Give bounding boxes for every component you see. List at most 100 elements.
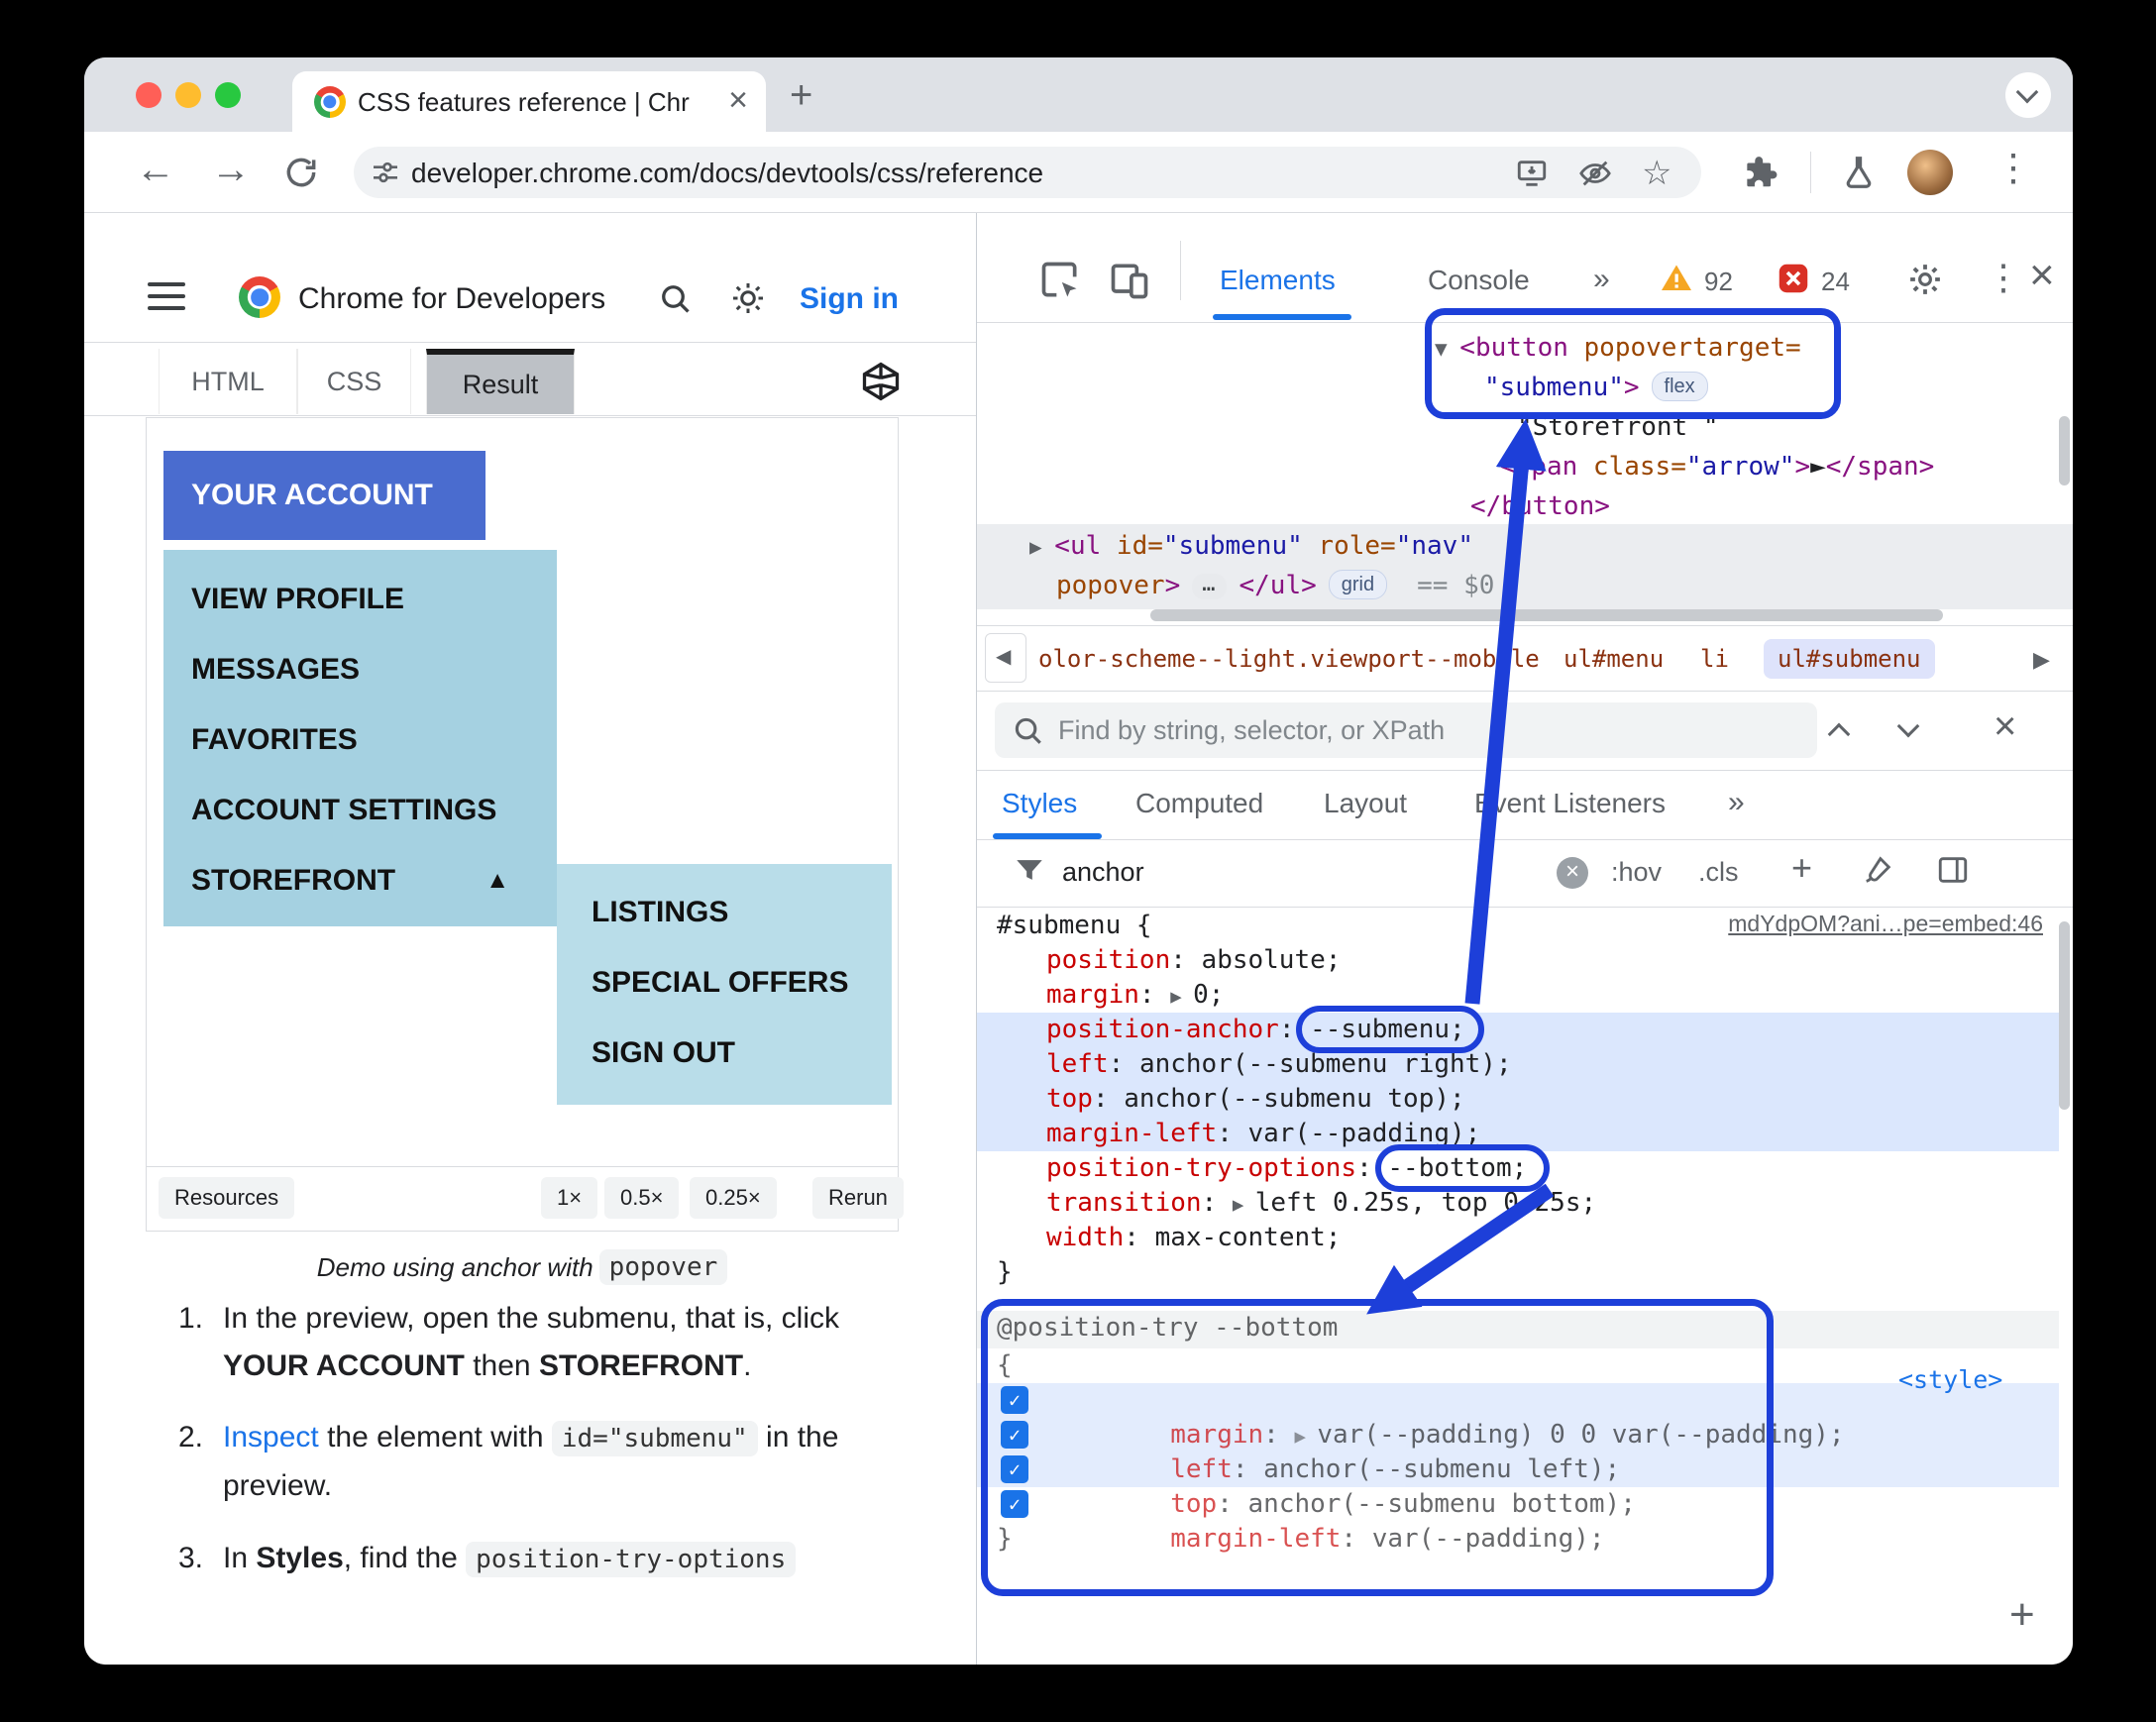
tab-close-icon[interactable]: [728, 81, 748, 120]
settings-gear-icon[interactable]: [1906, 261, 1944, 298]
more-sidebar-tabs-icon[interactable]: »: [1728, 786, 1745, 819]
position-try-open-brace[interactable]: {: [977, 1348, 2059, 1383]
css-property-line[interactable]: margin: ▶ var(--padding) 0 0 var(--paddi…: [977, 1383, 2059, 1450]
tab-search-button[interactable]: [2005, 72, 2051, 118]
css-property-line[interactable]: transition: ▶ left 0.25s, top 0.25s;: [977, 1186, 2059, 1221]
css-property-line[interactable]: margin: ▶ 0;: [977, 978, 2059, 1013]
rendering-brush-icon[interactable]: [1861, 853, 1894, 887]
property-checkbox[interactable]: [1001, 1490, 1028, 1518]
property-checkbox[interactable]: [1001, 1421, 1028, 1449]
css-property-line[interactable]: left: anchor(--submenu right);: [977, 1047, 2059, 1082]
inspect-element-icon[interactable]: [1038, 259, 1082, 302]
window-zoom-button[interactable]: [215, 82, 241, 108]
property-checkbox[interactable]: [1001, 1386, 1028, 1414]
window-minimize-button[interactable]: [175, 82, 201, 108]
tab-css[interactable]: CSS: [297, 349, 411, 414]
extensions-icon[interactable]: [1741, 154, 1779, 191]
scale-05x-button[interactable]: 0.5×: [604, 1177, 680, 1219]
breadcrumb-item[interactable]: li: [1700, 639, 1729, 679]
warning-icon[interactable]: [1659, 261, 1694, 296]
more-tabs-icon[interactable]: »: [1593, 263, 1610, 296]
breadcrumb-item[interactable]: olor-scheme--light.viewport--mobile: [1038, 639, 1540, 679]
seg-link[interactable]: Inspect: [223, 1421, 319, 1453]
tab-layout[interactable]: Layout: [1324, 788, 1407, 819]
new-tab-button[interactable]: [790, 75, 812, 115]
css-property-line[interactable]: top: anchor(--submenu top);: [977, 1082, 2059, 1117]
menu-item[interactable]: VIEW PROFILE: [163, 564, 557, 634]
submenu-item[interactable]: LISTINGS: [557, 877, 892, 947]
styles-vertical-scrollbar[interactable]: [2059, 921, 2070, 1110]
menu-item[interactable]: MESSAGES: [163, 634, 557, 704]
breadcrumb-item[interactable]: ul#menu: [1563, 639, 1664, 679]
position-try-header[interactable]: @position-try --bottom: [977, 1311, 2059, 1345]
position-try-close-brace[interactable]: }: [977, 1522, 2059, 1557]
scale-1x-button[interactable]: 1×: [541, 1177, 598, 1219]
css-property-line[interactable]: position: absolute;: [977, 943, 2059, 978]
browser-tab[interactable]: CSS features reference | Chr: [292, 71, 766, 132]
dom-node-line[interactable]: </button>: [1470, 486, 1610, 526]
menu-item[interactable]: ACCOUNT SETTINGS: [163, 775, 557, 845]
address-bar[interactable]: developer.chrome.com/docs/devtools/css/r…: [354, 147, 1701, 198]
style-element-link[interactable]: <style>: [1898, 1365, 2002, 1394]
find-previous-icon[interactable]: [1827, 722, 1851, 746]
submenu-item[interactable]: SPECIAL OFFERS: [557, 947, 892, 1018]
menu-item-storefront[interactable]: STOREFRONT ▲: [163, 845, 557, 915]
search-icon[interactable]: [657, 280, 693, 316]
dock-sidebar-icon[interactable]: [1936, 853, 1970, 887]
add-property-button[interactable]: +: [2009, 1590, 2035, 1640]
tab-computed[interactable]: Computed: [1135, 788, 1263, 819]
device-toolbar-icon[interactable]: [1108, 259, 1151, 302]
sign-in-link[interactable]: Sign in: [800, 282, 899, 316]
install-icon[interactable]: [1515, 157, 1549, 190]
toggle-hover-button[interactable]: :hov: [1611, 857, 1662, 888]
dom-node-line[interactable]: <span class="arrow">►</span>: [1500, 447, 1934, 486]
incognito-eye-icon[interactable]: [1578, 157, 1612, 190]
dom-node-line-selected[interactable]: popover> … </ul> grid == $0: [1056, 566, 1494, 605]
clear-filter-icon[interactable]: [1557, 857, 1588, 889]
breadcrumb-prev-button[interactable]: [985, 633, 1026, 683]
error-count[interactable]: 24: [1821, 267, 1850, 297]
resources-button[interactable]: Resources: [159, 1177, 295, 1219]
new-style-rule-button[interactable]: +: [1791, 847, 1812, 889]
site-brand[interactable]: Chrome for Developers: [298, 282, 605, 316]
css-property-line[interactable]: margin-left: var(--padding);: [977, 1117, 2059, 1151]
tab-styles[interactable]: Styles: [1002, 788, 1077, 819]
toggle-class-button[interactable]: .cls: [1698, 857, 1739, 888]
tab-elements[interactable]: Elements: [1220, 265, 1336, 296]
horizontal-scrollbar[interactable]: [1150, 609, 1943, 621]
tab-html[interactable]: HTML: [159, 349, 297, 414]
submenu-item[interactable]: SIGN OUT: [557, 1018, 892, 1088]
back-button[interactable]: ←: [136, 148, 175, 192]
dom-node-line-selected[interactable]: ▶ <ul id="submenu" role="nav": [1029, 526, 1473, 566]
css-selector-line[interactable]: #submenu {: [977, 909, 2059, 943]
menu-item[interactable]: FAVORITES: [163, 704, 557, 775]
css-property-line[interactable]: width: max-content;: [977, 1221, 2059, 1255]
style-filter-input[interactable]: anchor: [1062, 857, 1144, 888]
css-property-line[interactable]: margin-left: var(--padding);: [977, 1487, 2059, 1554]
theme-toggle-icon[interactable]: [730, 280, 766, 316]
your-account-button[interactable]: YOUR ACCOUNT: [163, 451, 485, 540]
codepen-icon[interactable]: [859, 360, 903, 403]
forward-button[interactable]: →: [211, 148, 251, 192]
tab-event-listeners[interactable]: Event Listeners: [1474, 788, 1666, 819]
css-rule-close-brace[interactable]: }: [977, 1255, 2059, 1290]
css-property-line-position-try-options[interactable]: position-try-options: --bottom;: [977, 1151, 2059, 1186]
error-icon[interactable]: [1776, 261, 1811, 296]
breadcrumb-next-button[interactable]: [2033, 647, 2050, 673]
experiments-flask-icon[interactable]: [1840, 154, 1878, 191]
site-settings-icon[interactable]: [370, 157, 401, 188]
bookmark-star-icon[interactable]: [1642, 154, 1671, 193]
browser-menu-icon[interactable]: [1994, 146, 2032, 190]
tab-console[interactable]: Console: [1428, 265, 1530, 296]
devtools-menu-icon[interactable]: [1986, 257, 2021, 298]
css-property-line[interactable]: top: anchor(--submenu bottom);: [977, 1453, 2059, 1519]
rerun-button[interactable]: Rerun: [812, 1177, 904, 1219]
tab-result[interactable]: Result: [426, 349, 575, 414]
dom-node-line[interactable]: ▼ <button popovertarget=: [1435, 328, 1801, 368]
css-property-line-position-anchor[interactable]: position-anchor: --submenu;: [977, 1013, 2059, 1047]
dom-node-line[interactable]: "submenu"> flex: [1484, 368, 1720, 407]
hamburger-menu-icon[interactable]: [148, 282, 185, 318]
profile-avatar[interactable]: [1907, 150, 1953, 195]
find-close-icon[interactable]: [1994, 704, 2016, 749]
find-input[interactable]: Find by string, selector, or XPath: [995, 702, 1817, 758]
